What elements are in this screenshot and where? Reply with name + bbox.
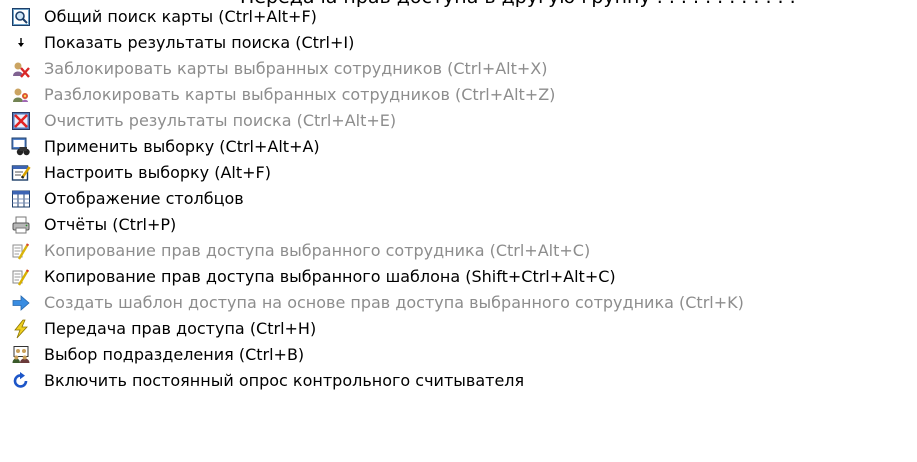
menu-item-column-display[interactable]: Отображение столбцов xyxy=(0,186,917,212)
search-card-icon xyxy=(11,7,31,27)
unblock-cards-icon xyxy=(11,85,31,105)
lightning-icon xyxy=(11,319,31,339)
menu-item-label: Показать результаты поиска (Ctrl+I) xyxy=(44,33,355,52)
menu-item-copy-template-rights[interactable]: Копирование прав доступа выбранного шабл… xyxy=(0,264,917,290)
menu-item-reports[interactable]: Отчёты (Ctrl+P) xyxy=(0,212,917,238)
printer-icon xyxy=(11,215,31,235)
context-menu: Общий поиск карты (Ctrl+Alt+F) Показать … xyxy=(0,4,917,394)
menu-item-apply-filter[interactable]: Применить выборку (Ctrl+Alt+A) xyxy=(0,134,917,160)
menu-item-label: Настроить выборку (Alt+F) xyxy=(44,163,271,182)
refresh-icon xyxy=(11,371,31,391)
menu-item-configure-filter[interactable]: Настроить выборку (Alt+F) xyxy=(0,160,917,186)
menu-item-label: Применить выборку (Ctrl+Alt+A) xyxy=(44,137,320,156)
menu-item-unblock-cards[interactable]: Разблокировать карты выбранных сотрудник… xyxy=(0,82,917,108)
columns-icon xyxy=(11,189,31,209)
menu-item-label: Заблокировать карты выбранных сотруднико… xyxy=(44,59,548,78)
copy-rights-icon xyxy=(11,241,31,261)
menu-item-enable-reader-polling[interactable]: Включить постоянный опрос контрольного с… xyxy=(0,368,917,394)
menu-item-transfer-access-rights[interactable]: Передача прав доступа (Ctrl+H) xyxy=(0,316,917,342)
menu-item-label: Копирование прав доступа выбранного шабл… xyxy=(44,267,616,286)
arrow-down-small-icon xyxy=(11,33,31,53)
arrow-right-icon xyxy=(11,293,31,313)
menu-item-label: Передача прав доступа (Ctrl+H) xyxy=(44,319,317,338)
menu-item-clear-search-results[interactable]: Очистить результаты поиска (Ctrl+Alt+E) xyxy=(0,108,917,134)
menu-item-general-card-search[interactable]: Общий поиск карты (Ctrl+Alt+F) xyxy=(0,4,917,30)
block-cards-icon xyxy=(11,59,31,79)
edit-filter-icon xyxy=(11,163,31,183)
menu-item-label: Создать шаблон доступа на основе прав до… xyxy=(44,293,744,312)
menu-item-select-department[interactable]: Выбор подразделения (Ctrl+B) xyxy=(0,342,917,368)
menu-item-label: Отчёты (Ctrl+P) xyxy=(44,215,177,234)
menu-item-label: Включить постоянный опрос контрольного с… xyxy=(44,371,525,390)
menu-item-label: Копирование прав доступа выбранного сотр… xyxy=(44,241,591,260)
menu-item-label: Общий поиск карты (Ctrl+Alt+F) xyxy=(44,7,317,26)
binoculars-icon xyxy=(11,137,31,157)
menu-item-copy-employee-rights[interactable]: Копирование прав доступа выбранного сотр… xyxy=(0,238,917,264)
menu-item-label: Выбор подразделения (Ctrl+B) xyxy=(44,345,305,364)
menu-item-label: Отображение столбцов xyxy=(44,189,244,208)
menu-item-block-cards[interactable]: Заблокировать карты выбранных сотруднико… xyxy=(0,56,917,82)
menu-item-label: Разблокировать карты выбранных сотрудник… xyxy=(44,85,556,104)
department-icon xyxy=(11,345,31,365)
menu-item-create-access-template[interactable]: Создать шаблон доступа на основе прав до… xyxy=(0,290,917,316)
menu-item-show-search-results[interactable]: Показать результаты поиска (Ctrl+I) xyxy=(0,30,917,56)
menu-item-label: Очистить результаты поиска (Ctrl+Alt+E) xyxy=(44,111,397,130)
copy-rights-icon xyxy=(11,267,31,287)
clear-results-icon xyxy=(11,111,31,131)
